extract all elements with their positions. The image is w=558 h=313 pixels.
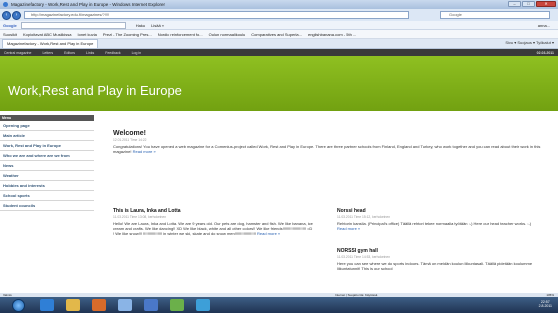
folder-taskbar-icon[interactable]: [66, 299, 80, 311]
browser-search-input[interactable]: Google: [440, 11, 550, 19]
article-meta: 11.03.2011 Time 13:08, kerhokeinen: [113, 215, 167, 219]
favorite-link[interactable]: Kopioitavat ABC Musiikissa: [23, 32, 71, 37]
word-taskbar-icon[interactable]: [144, 299, 158, 311]
window-titlebar: Magazinefactory - Work,Rest and Play in …: [0, 0, 558, 9]
favorite-link[interactable]: Oulun normaalikoulu: [209, 32, 246, 37]
article-body: Rehtorin kansliа. (Principal's office) T…: [337, 221, 532, 226]
menu-item[interactable]: Opening page: [0, 121, 94, 131]
favorite-link[interactable]: Prezi - The Zooming Pres...: [103, 32, 152, 37]
site-banner: Work,Rest and Play in Europe: [0, 56, 558, 111]
welcome-title: Welcome!: [113, 130, 146, 137]
menu-item[interactable]: Hobbies and interests: [0, 181, 94, 191]
article-card: NORSSI gym hall 11.03.2011 Time 14:53, k…: [337, 248, 537, 293]
menu-item[interactable]: Who we are and where are we from: [0, 151, 94, 161]
article-text: Hello! We are Laura, Inka and Lotta. We …: [113, 221, 313, 236]
address-bar: ‹ › http://magazinefactory.edu.fi/magazi…: [0, 9, 558, 21]
read-more-link[interactable]: Read more »: [133, 149, 156, 154]
google-toolbar-item[interactable]: Haku: [136, 23, 145, 28]
article-title[interactable]: NORSSI gym hall: [337, 248, 537, 254]
article-meta: 11.03.2011 Time 14:53, kerhokeinen: [337, 255, 391, 259]
article-title[interactable]: Norssi head: [337, 208, 537, 214]
welcome-meta: 12.01.2011 Time 14:22: [113, 138, 147, 142]
system-clock[interactable]: 22:57 2.8.2011: [539, 300, 552, 308]
article-card: This is Laura, Inka and Lotta 11.03.2011…: [113, 208, 313, 236]
command-bar[interactable]: Sivu ▾ Suojaus ▾ Työkalut ▾: [505, 40, 554, 45]
close-button[interactable]: ✕: [536, 1, 556, 7]
google-user[interactable]: anna...: [538, 23, 550, 28]
maximize-button[interactable]: □: [522, 1, 535, 7]
article-meta: 11.03.2011 Time 15:12, kerhokeinen: [337, 215, 391, 219]
favorite-link[interactable]: Ionet kuvia: [77, 32, 96, 37]
favorites-bar: Suosikit Kopioitavat ABC Musiikissa Ione…: [0, 30, 558, 39]
nav-link[interactable]: Editors: [64, 51, 75, 55]
forward-button[interactable]: ›: [12, 10, 21, 20]
taskbar: 22:57 2.8.2011: [0, 297, 558, 313]
nav-link[interactable]: Links: [86, 51, 94, 55]
menu-item[interactable]: News: [0, 161, 94, 171]
sidebar-menu: Menu Opening page Main article Work, Res…: [0, 115, 94, 211]
article-text: Rehtorin kansliа. (Principal's office) T…: [337, 221, 537, 231]
nav-link[interactable]: Log in: [132, 51, 142, 55]
window-controls: – □ ✕: [508, 1, 556, 7]
media-taskbar-icon[interactable]: [92, 299, 106, 311]
nav-link[interactable]: Letters: [42, 51, 53, 55]
paint-taskbar-icon[interactable]: [118, 299, 132, 311]
welcome-body: Congratulations! You have opened a web m…: [113, 144, 541, 154]
favorite-link[interactable]: Suosikit: [3, 32, 17, 37]
article-title[interactable]: This is Laura, Inka and Lotta: [113, 208, 313, 214]
article-body: Here you can see where we do sports indo…: [337, 261, 533, 271]
google-toolbar-item[interactable]: Lisää »: [151, 23, 164, 28]
main-content: Welcome! 12.01.2011 Time 14:22 Congratul…: [113, 120, 553, 154]
nav-link[interactable]: Central magazine: [4, 51, 31, 55]
site-nav: Central magazine Letters Editors Links F…: [0, 49, 558, 56]
back-button[interactable]: ‹: [2, 10, 11, 20]
menu-item[interactable]: Student councils: [0, 201, 94, 211]
read-more-link[interactable]: Read more »: [257, 231, 280, 236]
nav-link[interactable]: Feedback: [105, 51, 120, 55]
minimize-button[interactable]: –: [508, 1, 521, 7]
start-button[interactable]: [12, 299, 25, 312]
tab-bar: Magazinefactory - Work,Rest and Play in …: [0, 39, 558, 49]
favorite-link[interactable]: Nordic reinforcement fo...: [158, 32, 203, 37]
google-toolbar: Google Haku Lisää » anna...: [0, 21, 558, 30]
favorite-link[interactable]: Comparatives and Superla...: [251, 32, 302, 37]
ie-taskbar-icon[interactable]: [40, 299, 54, 311]
article-body: Hello! We are Laura, Inka and Lotta. We …: [113, 221, 313, 236]
clock-date: 2.8.2011: [538, 304, 552, 308]
google-logo: Google: [3, 22, 17, 28]
browser-taskbar-icon[interactable]: [170, 299, 184, 311]
ie-icon: [3, 2, 8, 7]
window-title: Magazinefactory - Work,Rest and Play in …: [11, 2, 165, 7]
favorite-link[interactable]: englishbanana.com - 5th ...: [308, 32, 356, 37]
url-field[interactable]: http://magazinefactory.edu.fi/magazines/…: [24, 11, 409, 19]
google-search-input[interactable]: [20, 21, 126, 29]
menu-item[interactable]: Main article: [0, 131, 94, 141]
site-date: 02.03.2011: [536, 50, 554, 55]
app-taskbar-icon[interactable]: [196, 299, 210, 311]
menu-item[interactable]: Weather: [0, 171, 94, 181]
read-more-link[interactable]: Read more »: [337, 226, 360, 231]
browser-tab[interactable]: Magazinefactory - Work,Rest and Play in …: [2, 39, 99, 48]
menu-item[interactable]: School sports: [0, 191, 94, 201]
article-card: Norssi head 11.03.2011 Time 15:12, kerho…: [337, 208, 537, 231]
welcome-text: Congratulations! You have opened a web m…: [113, 144, 553, 154]
menu-item[interactable]: Work, Rest and Play in Europe: [0, 141, 94, 151]
